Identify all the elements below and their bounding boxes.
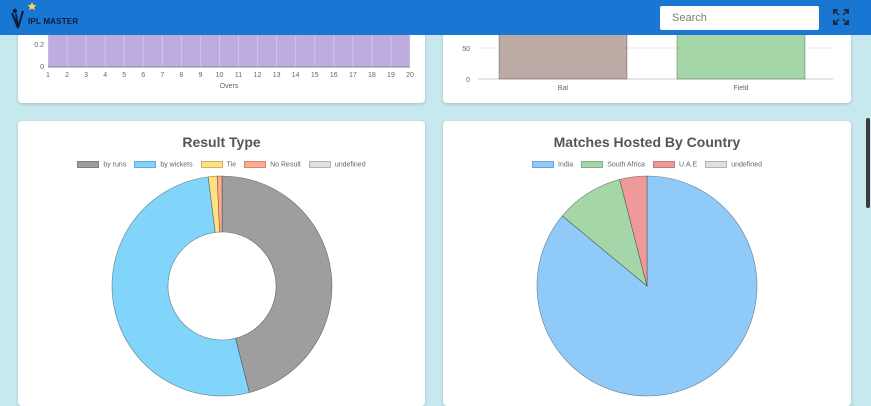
x-tick-label: 9 <box>198 72 202 79</box>
page-scrollbar[interactable] <box>866 118 870 208</box>
y-tick-label: 50 <box>462 46 470 53</box>
x-tick-label: Bat <box>558 85 569 92</box>
x-tick-label: 17 <box>349 72 357 79</box>
x-tick-label: 14 <box>292 72 300 79</box>
y-tick-label: 0 <box>466 77 470 84</box>
x-tick-label: 19 <box>387 72 395 79</box>
x-axis-label: Overs <box>220 83 239 90</box>
y-tick-label: 0.2 <box>34 42 44 49</box>
x-tick-label: 15 <box>311 72 319 79</box>
x-tick-label: 20 <box>406 72 414 79</box>
x-tick-label: 7 <box>160 72 164 79</box>
matches-hosted-card: Matches Hosted By Country India South Afr… <box>443 121 851 406</box>
x-tick-label: 10 <box>216 72 224 79</box>
result-type-doughnut-chart <box>111 175 333 397</box>
x-tick-label: 2 <box>65 72 69 79</box>
x-tick-label: 5 <box>122 72 126 79</box>
logo-text: IPL MASTER <box>28 17 79 26</box>
fullscreen-icon[interactable] <box>833 9 849 25</box>
y-tick-label: 0 <box>40 64 44 71</box>
search-input[interactable] <box>660 6 819 30</box>
ipl-master-logo[interactable]: IPL MASTER <box>6 0 86 35</box>
x-tick-label: 16 <box>330 72 338 79</box>
result-type-card: Result Type by runs by wickets Tie No Resul… <box>18 121 425 406</box>
x-tick-label: Field <box>733 85 748 92</box>
x-tick-label: 3 <box>84 72 88 79</box>
x-tick-label: 8 <box>179 72 183 79</box>
x-tick-label: 18 <box>368 72 376 79</box>
x-tick-label: 6 <box>141 72 145 79</box>
x-tick-label: 13 <box>273 72 281 79</box>
x-tick-label: 11 <box>235 72 242 79</box>
x-tick-label: 4 <box>103 72 107 79</box>
x-tick-label: 1 <box>46 72 50 79</box>
x-tick-label: 12 <box>254 72 262 79</box>
navbar: IPL MASTER <box>0 0 871 35</box>
matches-hosted-pie-chart <box>536 175 758 397</box>
